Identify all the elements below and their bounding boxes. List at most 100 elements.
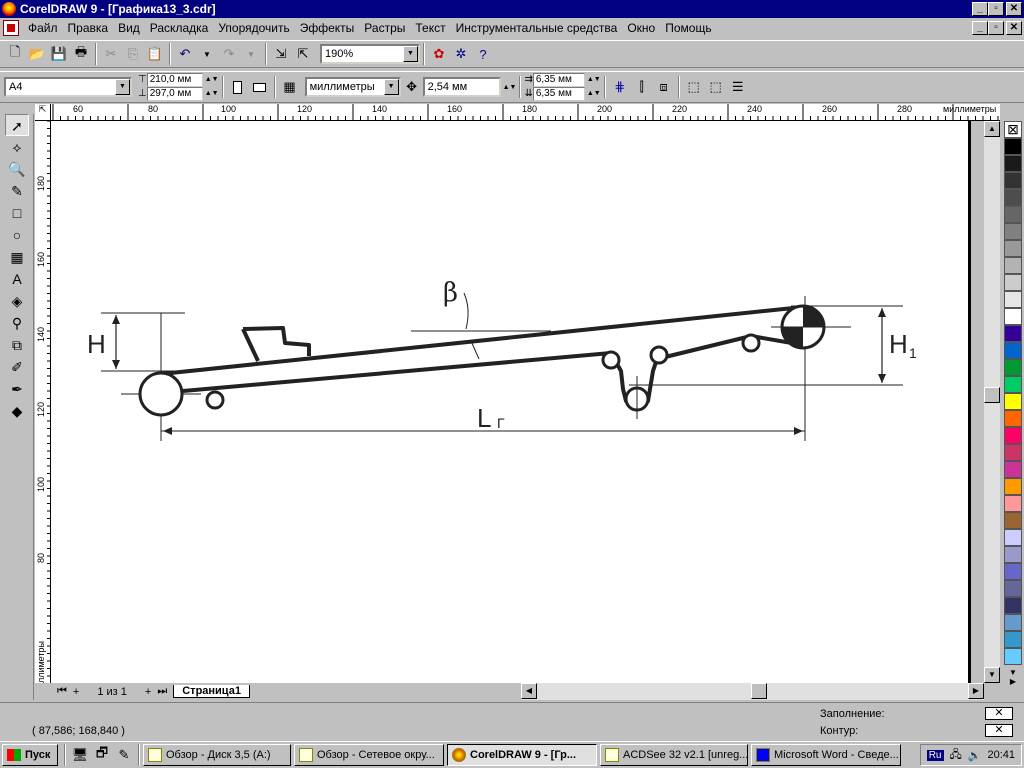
color-swatch[interactable]	[1004, 393, 1022, 410]
color-swatch[interactable]	[1004, 410, 1022, 427]
color-swatch[interactable]	[1004, 274, 1022, 291]
export-icon[interactable]: ⇱	[292, 43, 314, 65]
menu-help[interactable]: Помощь	[660, 21, 716, 35]
color-swatch[interactable]	[1004, 478, 1022, 495]
horizontal-scrollbar[interactable]: ◀ ▶	[521, 683, 984, 700]
last-page-icon[interactable]: ⏭	[157, 685, 167, 698]
save-icon[interactable]: 💾	[48, 43, 70, 65]
close-button[interactable]: ✕	[1006, 2, 1022, 16]
spin-icon[interactable]: ▲▼	[205, 74, 219, 86]
spin-icon[interactable]: ▲▼	[205, 88, 219, 100]
color-swatch[interactable]	[1004, 308, 1022, 325]
vertical-scroll-thumb[interactable]	[984, 387, 1000, 403]
transparency-tool-icon[interactable]: ⚲	[5, 312, 29, 334]
ruler-origin[interactable]: ⇱	[35, 104, 51, 121]
spin-icon[interactable]: ▲▼	[587, 88, 601, 100]
color-swatch[interactable]	[1004, 631, 1022, 648]
color-swatch[interactable]	[1004, 240, 1022, 257]
import-icon[interactable]: ⇲	[270, 43, 292, 65]
scroll-up-button[interactable]: ▲	[984, 121, 1000, 137]
copy-icon[interactable]: ⎘	[122, 43, 144, 65]
tab-page1[interactable]: Страница1	[173, 685, 250, 698]
scroll-left-button[interactable]: ◀	[521, 683, 537, 699]
color-swatch[interactable]	[1004, 427, 1022, 444]
color-swatch[interactable]	[1004, 155, 1022, 172]
coreldraw-app-icon[interactable]	[2, 2, 16, 16]
vertical-scrollbar[interactable]: ▲ ▼	[984, 121, 1000, 683]
horizontal-scroll-thumb[interactable]	[751, 683, 767, 699]
maximize-button[interactable]: ▫	[988, 2, 1004, 16]
portrait-icon[interactable]	[227, 76, 249, 98]
color-swatch[interactable]	[1004, 495, 1022, 512]
rectangle-tool-icon[interactable]: □	[5, 202, 29, 224]
add-page-icon[interactable]: +	[73, 686, 79, 698]
text-tool-icon[interactable]: A	[5, 268, 29, 290]
color-swatch[interactable]	[1004, 291, 1022, 308]
color-swatch[interactable]	[1004, 512, 1022, 529]
color-swatch[interactable]	[1004, 223, 1022, 240]
draw-whole-objects-icon[interactable]: ⬚	[683, 76, 705, 98]
color-swatch[interactable]	[1004, 257, 1022, 274]
scroll-down-button[interactable]: ▼	[984, 667, 1000, 683]
color-swatch[interactable]	[1004, 376, 1022, 393]
drawing-canvas[interactable]: β H H 1 L Г	[51, 121, 971, 683]
units-dropdown[interactable]: миллиметры ▼	[304, 77, 401, 97]
nudge-spin-icon[interactable]: ▲▼	[503, 84, 517, 91]
color-swatch[interactable]	[1004, 138, 1022, 155]
landscape-icon[interactable]	[249, 76, 271, 98]
minimize-button[interactable]: _	[972, 2, 988, 16]
color-swatch[interactable]	[1004, 597, 1022, 614]
menu-view[interactable]: Вид	[113, 21, 145, 35]
polygon-tool-icon[interactable]: ▦	[5, 246, 29, 268]
outline-none-icon[interactable]: ✕	[985, 724, 1013, 737]
menu-effects[interactable]: Эффекты	[295, 21, 360, 35]
help-icon[interactable]: ?	[472, 43, 494, 65]
vertical-ruler[interactable]: 180 160 140 120 100 80 миллиметры	[35, 121, 51, 683]
blend-tool-icon[interactable]: ⧉	[5, 334, 29, 356]
color-swatch[interactable]	[1004, 614, 1022, 631]
spin-icon[interactable]: ▲▼	[587, 74, 601, 86]
color-swatch[interactable]	[1004, 342, 1022, 359]
palette-scroll[interactable]: ▼ ▶	[1003, 668, 1023, 698]
language-indicator[interactable]: Ru	[926, 749, 944, 761]
dup-y-input[interactable]: 6,35 мм	[532, 87, 585, 101]
doc-minimize-button[interactable]: _	[972, 21, 988, 35]
outline-tool-icon[interactable]: ✒	[5, 378, 29, 400]
cut-icon[interactable]: ✂	[100, 43, 122, 65]
page-width-input[interactable]: 210,0 мм	[146, 73, 203, 87]
fill-none-icon[interactable]: ✕	[985, 707, 1013, 720]
taskbar-item-coreldraw[interactable]: CorelDRAW 9 - [Гр...	[447, 744, 597, 766]
snap-guidelines-icon[interactable]: ⫿	[631, 76, 653, 98]
zoom-dropdown[interactable]: 190% ▼	[320, 44, 420, 64]
menu-bitmaps[interactable]: Растры	[359, 21, 410, 35]
menu-file[interactable]: Файл	[23, 21, 63, 35]
taskbar-item-explorer-a[interactable]: Обзор - Диск 3,5 (A:)	[143, 744, 291, 766]
color-swatch[interactable]	[1004, 206, 1022, 223]
color-swatch[interactable]	[1004, 648, 1022, 665]
nudge-input[interactable]: 2,54 мм	[422, 77, 501, 97]
snap-grid-icon[interactable]: ⋕	[609, 76, 631, 98]
color-swatch[interactable]	[1004, 189, 1022, 206]
color-swatch[interactable]	[1004, 580, 1022, 597]
undo-dropdown-icon[interactable]: ▼	[196, 43, 218, 65]
freehand-tool-icon[interactable]: ✎	[5, 180, 29, 202]
clock[interactable]: 20:41	[987, 749, 1015, 761]
wizard-icon[interactable]: ✲	[450, 43, 472, 65]
page-layout-icon[interactable]: ▦	[279, 76, 301, 98]
options-icon[interactable]: ☰	[727, 76, 749, 98]
taskbar-item-acdsee[interactable]: ACDSee 32 v2.1 [unreg...	[600, 744, 748, 766]
zoom-tool-icon[interactable]: 🔍	[5, 158, 29, 180]
color-swatch[interactable]	[1004, 325, 1022, 342]
first-page-icon[interactable]: ⏮	[57, 685, 67, 698]
menu-layout[interactable]: Раскладка	[145, 21, 214, 35]
doc-restore-button[interactable]: ▫	[988, 21, 1004, 35]
pick-tool-icon[interactable]: ➚	[5, 114, 29, 136]
doc-close-button[interactable]: ✕	[1006, 21, 1022, 35]
corel-launcher-icon[interactable]: ✿	[428, 43, 450, 65]
color-swatch[interactable]	[1004, 529, 1022, 546]
chevron-down-icon[interactable]: ▼	[115, 79, 130, 95]
quicklaunch-app-icon[interactable]: ✎	[113, 744, 135, 766]
start-button[interactable]: Пуск	[2, 744, 58, 766]
dup-x-input[interactable]: 6,35 мм	[532, 73, 585, 87]
menu-tools[interactable]: Инструментальные средства	[451, 21, 623, 35]
